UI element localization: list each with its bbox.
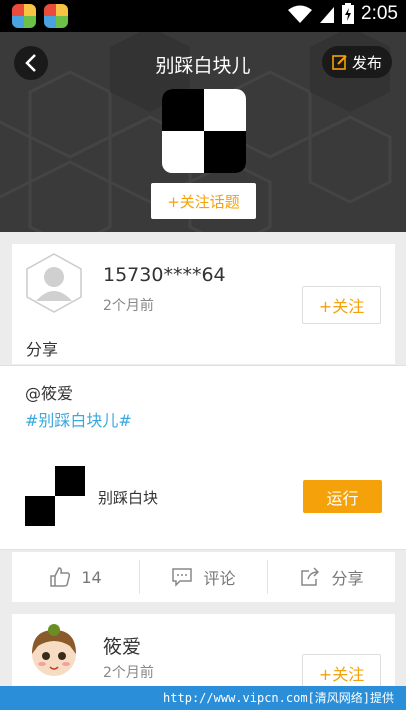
post-card: 15730****64 2个月前 +关注 分享 bbox=[12, 244, 395, 364]
hashtag-link[interactable]: #别踩白块儿# bbox=[25, 407, 132, 431]
follow-button[interactable]: +关注 bbox=[302, 286, 381, 324]
post-time: 2个月前 bbox=[103, 665, 154, 681]
topic-logo bbox=[162, 89, 246, 173]
run-game-button[interactable]: 运行 bbox=[303, 480, 382, 513]
share-icon bbox=[301, 567, 320, 586]
post-share-text: 分享 bbox=[26, 340, 59, 359]
follow-topic-button[interactable]: +关注话题 bbox=[151, 183, 256, 219]
publish-label: 发布 bbox=[351, 53, 382, 72]
wifi-icon bbox=[288, 5, 313, 23]
share-label: 分享 bbox=[331, 569, 364, 588]
notification-app-icon bbox=[44, 4, 68, 28]
comment-button[interactable]: 评论 bbox=[140, 552, 267, 602]
post-body: @筱爱 #别踩白块儿# 别踩白块 运行 bbox=[0, 365, 406, 550]
share-button[interactable]: 分享 bbox=[268, 552, 395, 602]
clock: 2:05 bbox=[361, 3, 398, 24]
user-avatar[interactable] bbox=[24, 622, 84, 682]
post-actions-bar: 14 评论 分享 bbox=[12, 552, 395, 602]
signal-icon bbox=[320, 7, 335, 23]
battery-icon bbox=[342, 3, 355, 24]
like-count: 14 bbox=[81, 567, 102, 587]
watermark: http://www.vipcn.com[清风网络]提供 bbox=[0, 686, 406, 710]
post-username[interactable]: 15730****64 bbox=[103, 264, 226, 286]
post-username[interactable]: 筱爱 bbox=[103, 632, 141, 659]
thumbs-up-icon bbox=[50, 567, 71, 587]
game-logo[interactable] bbox=[25, 466, 85, 526]
post-time: 2个月前 bbox=[103, 298, 154, 314]
comment-icon bbox=[172, 568, 193, 587]
status-bar: 2:05 bbox=[0, 0, 406, 32]
game-name[interactable]: 别踩白块 bbox=[98, 487, 158, 508]
topic-header: 别踩白块儿 发布 +关注话题 bbox=[0, 32, 406, 232]
publish-button[interactable]: 发布 bbox=[322, 46, 392, 78]
post-card: 筱爱 2个月前 +关注 bbox=[12, 614, 395, 692]
mention-link[interactable]: @筱爱 bbox=[25, 380, 73, 404]
notification-app-icon bbox=[12, 4, 36, 28]
edit-icon bbox=[332, 55, 347, 70]
default-avatar[interactable] bbox=[24, 253, 84, 313]
like-button[interactable]: 14 bbox=[12, 552, 139, 602]
comment-label: 评论 bbox=[203, 569, 236, 588]
